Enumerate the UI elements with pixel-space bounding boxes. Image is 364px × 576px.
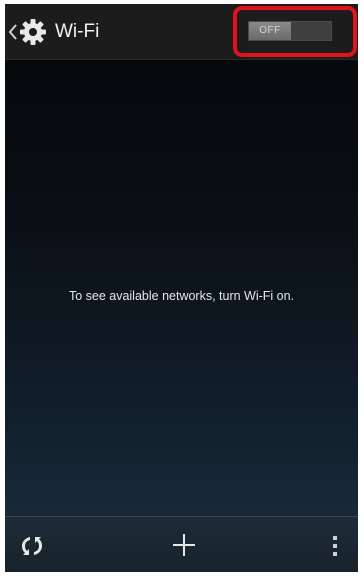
wifi-settings-screen: Wi-Fi OFF To see available networks, tur… bbox=[5, 4, 358, 572]
bottom-action-bar bbox=[5, 516, 358, 572]
action-bar: Wi-Fi OFF bbox=[5, 4, 358, 60]
scan-icon[interactable] bbox=[19, 533, 45, 559]
page-title: Wi-Fi bbox=[55, 21, 100, 42]
wifi-toggle[interactable]: OFF bbox=[248, 21, 332, 41]
gear-icon[interactable] bbox=[19, 18, 47, 46]
empty-state-message: To see available networks, turn Wi-Fi on… bbox=[68, 289, 295, 303]
add-icon[interactable] bbox=[171, 532, 197, 558]
chevron-left-icon[interactable] bbox=[8, 22, 18, 42]
wifi-toggle-label: OFF bbox=[249, 22, 291, 40]
overflow-menu-icon[interactable] bbox=[331, 533, 339, 559]
